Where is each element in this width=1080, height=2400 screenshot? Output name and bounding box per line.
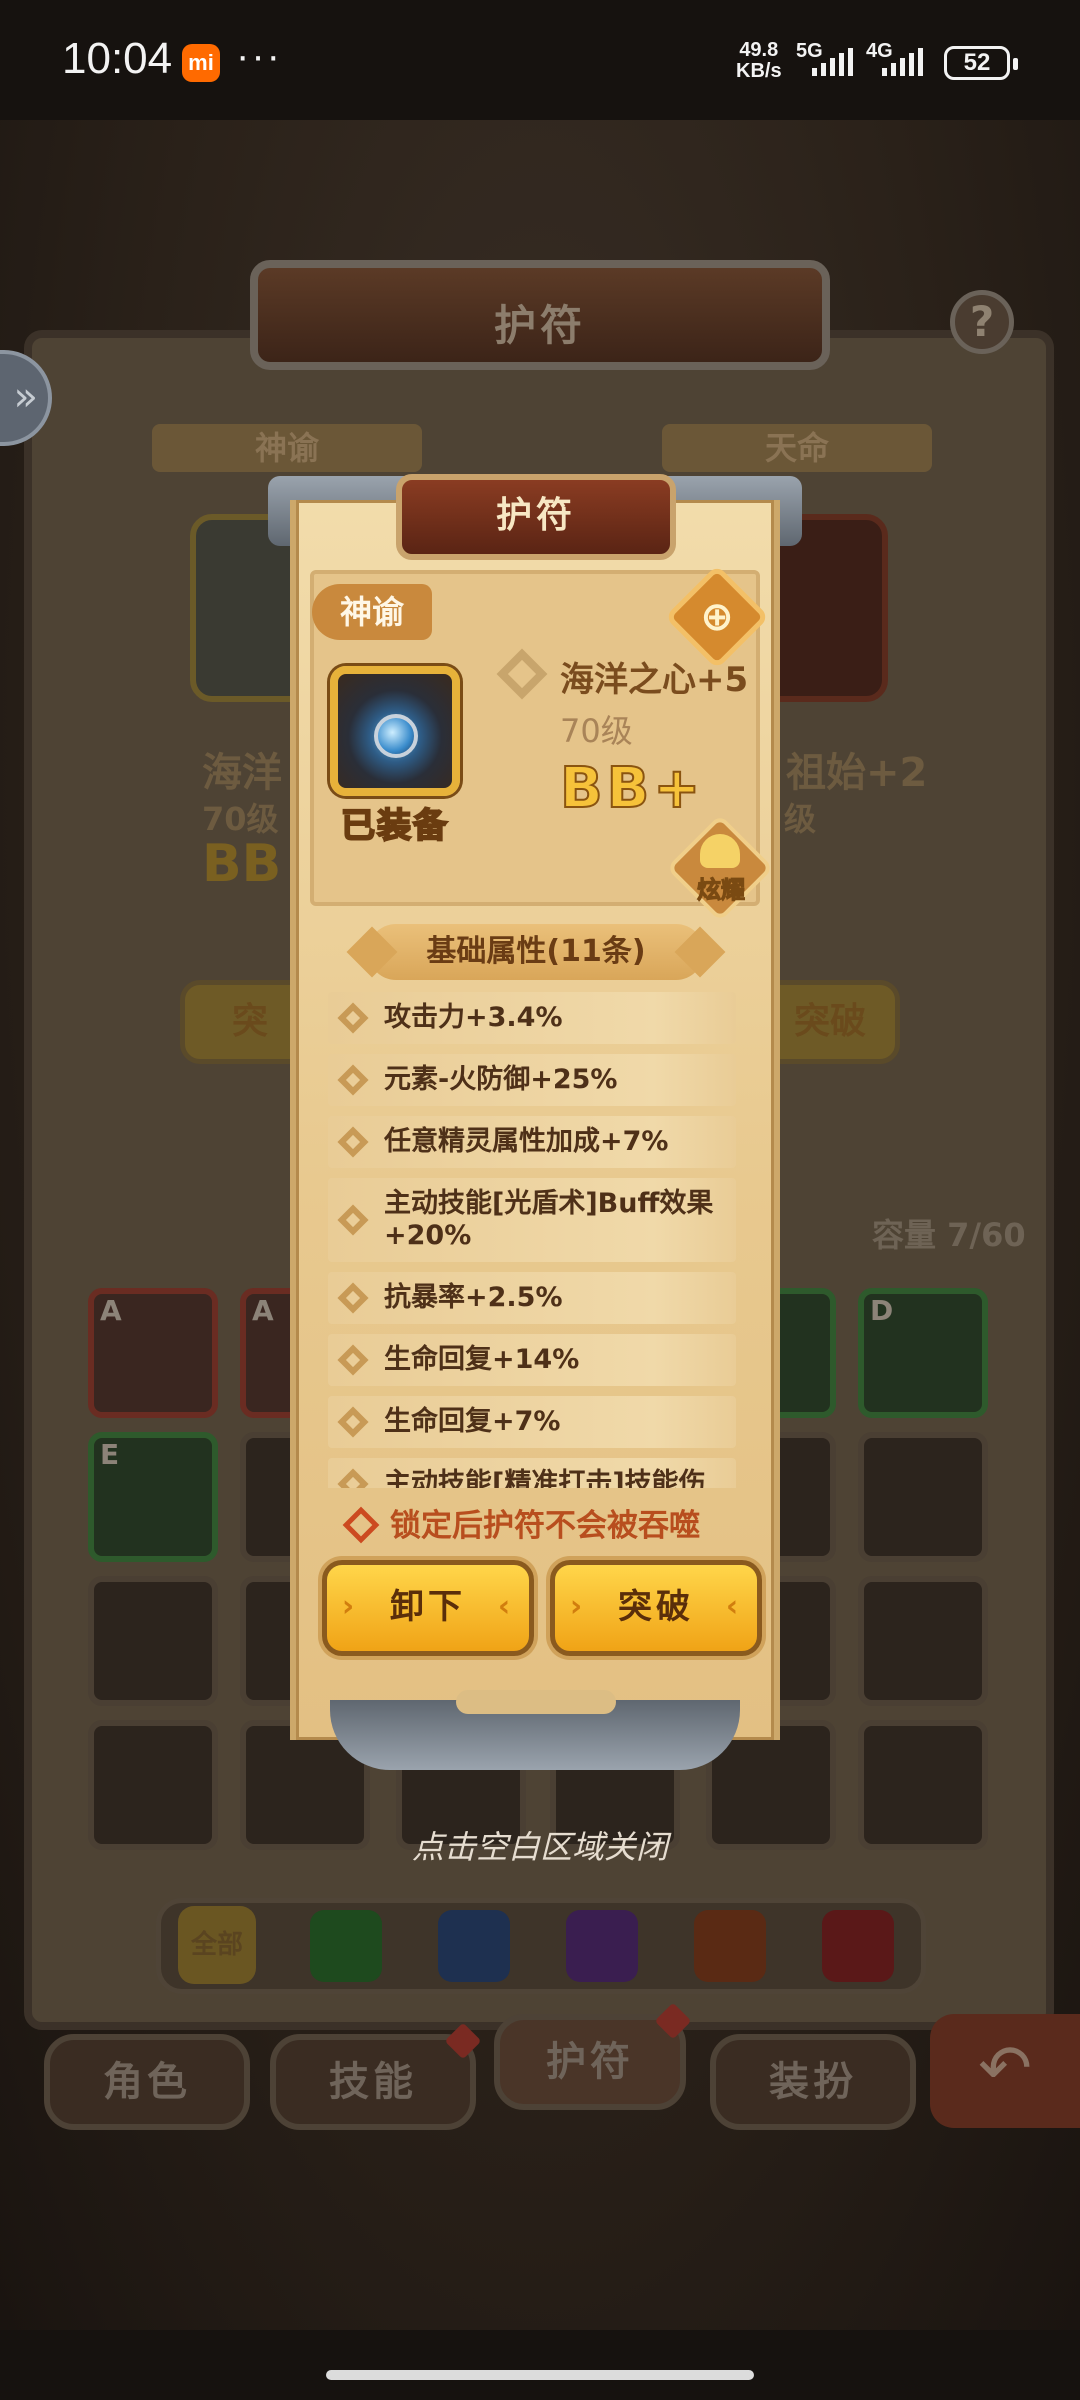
gem-filter-all: 全部: [178, 1906, 256, 1984]
attribute-text: 主动技能[光盾术]Buff效果+20%: [384, 1188, 714, 1251]
nav-tab-amulet: 护符: [494, 2002, 692, 2110]
background-right-name: 祖始+2: [786, 750, 928, 796]
attribute-row: 主动技能[光盾术]Buff效果+20%: [328, 1178, 736, 1262]
lock-hint-text: 锁定后护符不会被吞噬: [390, 1508, 700, 1544]
signal-5g-icon: [812, 48, 853, 76]
inventory-slot: D: [858, 1288, 988, 1418]
attribute-text: 任意精灵属性加成+7%: [384, 1126, 669, 1157]
amulet-name: 海洋之心+5: [560, 660, 749, 700]
modal-title: 护符: [396, 474, 676, 560]
attribute-text: 生命回复+7%: [384, 1406, 561, 1437]
slot-letter: E: [100, 1438, 120, 1471]
attribute-diamond-icon: [337, 1204, 369, 1236]
battery-icon: 52: [944, 46, 1018, 80]
capacity-label: 容量 7/60: [872, 1216, 1026, 1254]
help-icon[interactable]: ?: [950, 290, 1014, 354]
home-indicator[interactable]: [326, 2370, 754, 2380]
chevron-right-icon: ›: [569, 1589, 587, 1624]
amulet-gem-icon: [374, 714, 418, 758]
gem-filter-bar: [156, 1898, 926, 1994]
lock-icon: ⊕: [700, 594, 734, 640]
attribute-diamond-icon: [337, 1282, 369, 1314]
slot-letter: D: [870, 1294, 894, 1327]
chevron-left-icon: ‹: [725, 1589, 743, 1624]
background-ribbon-tianming: 天命: [662, 424, 932, 472]
inventory-slot: [858, 1432, 988, 1562]
gem-filter-blue: [438, 1910, 510, 1982]
equipped-label: 已装备: [340, 805, 449, 847]
gem-filter-purple: [566, 1910, 638, 1982]
inventory-slot: [88, 1576, 218, 1706]
inventory-slot: [858, 1576, 988, 1706]
gem-filter-green: [310, 1910, 382, 1982]
attribute-text: 攻击力+3.4%: [384, 1002, 563, 1033]
attribute-row: 元素-火防御+25%: [328, 1054, 736, 1106]
speed-unit: KB/s: [736, 60, 782, 82]
background-left-name: 海洋: [202, 750, 282, 796]
attribute-diamond-icon: [337, 1002, 369, 1034]
nav-tab-skills: 技能: [270, 2022, 482, 2130]
background-right-level: 级: [784, 800, 817, 838]
background-right-breakthrough-button: 突破: [760, 980, 900, 1064]
nav-tab-skills-label: 技能: [329, 2059, 417, 2105]
slot-letter: A: [252, 1294, 274, 1327]
inventory-slot: A: [88, 1288, 218, 1418]
amulet-grade: BB+: [559, 755, 705, 822]
attribute-row: 任意精灵属性加成+7%: [328, 1116, 736, 1168]
network-speed: 49.8 KB/s: [736, 40, 782, 82]
gem-filter-orange: [694, 1910, 766, 1982]
more-notifications-icon: ···: [236, 34, 282, 78]
background-title: 护符: [493, 301, 586, 350]
slot-letter: A: [100, 1294, 122, 1327]
attribute-diamond-icon: [337, 1126, 369, 1158]
attribute-row: 生命回复+14%: [328, 1334, 736, 1386]
back-icon: ↶: [930, 2014, 1080, 2128]
unequip-button[interactable]: › 卸下 ‹: [322, 1560, 534, 1656]
attribute-row: 攻击力+3.4%: [328, 992, 736, 1044]
attribute-text: 元素-火防御+25%: [384, 1064, 618, 1095]
attribute-list[interactable]: 攻击力+3.4% 元素-火防御+25% 任意精灵属性加成+7% 主动技能[光盾术…: [328, 992, 736, 1488]
status-bar: 10:04 mi ··· 49.8 KB/s 5G 4G 52: [0, 0, 1080, 120]
helmet-icon: [700, 834, 740, 868]
modal-bottom-ornament: [456, 1690, 616, 1714]
nav-tab-character: 角色: [44, 2034, 250, 2130]
amulet-level: 70级: [560, 712, 633, 750]
gem-filter-red: [822, 1910, 894, 1982]
chevron-right-icon: ›: [341, 1589, 359, 1624]
lock-hint: 锁定后护符不会被吞噬: [342, 1500, 768, 1545]
attribute-text: 生命回复+14%: [384, 1344, 580, 1375]
speed-value: 49.8: [739, 39, 779, 61]
attribute-row: 主动技能[精准打击]技能伤: [328, 1458, 736, 1488]
flair-label[interactable]: 炫耀: [686, 870, 756, 905]
attribute-text: 主动技能[精准打击]技能伤: [384, 1468, 706, 1488]
basic-attributes-header: 基础属性(11条): [368, 924, 704, 980]
amulet-icon: [330, 666, 460, 796]
breakthrough-button[interactable]: › 突破 ‹: [550, 1560, 762, 1656]
nav-tab-outfit: 装扮: [710, 2034, 916, 2130]
attribute-diamond-icon: [337, 1064, 369, 1096]
breakthrough-button-label: 突破: [618, 1587, 694, 1627]
attribute-diamond-icon: [337, 1468, 369, 1488]
background-header: 护符: [250, 260, 830, 370]
inventory-slot: E: [88, 1432, 218, 1562]
attribute-text: 抗暴率+2.5%: [384, 1282, 563, 1313]
slot-type-tag: 神谕: [312, 584, 432, 640]
attribute-row: 抗暴率+2.5%: [328, 1272, 736, 1324]
close-hint: 点击空白区域关闭: [411, 1828, 668, 1866]
chevron-left-icon: ‹: [497, 1589, 515, 1624]
background-left-grade: BB: [202, 834, 282, 894]
nav-tab-amulet-label: 护符: [546, 2039, 634, 2085]
clock: 10:04: [62, 34, 173, 83]
background-ribbon-shenyu: 神谕: [152, 424, 422, 472]
attribute-diamond-icon: [337, 1344, 369, 1376]
signal-4g-icon: [882, 48, 923, 76]
attribute-diamond-icon: [337, 1406, 369, 1438]
unequip-button-label: 卸下: [390, 1587, 466, 1627]
hint-diamond-icon: [342, 1506, 380, 1544]
attribute-row: 生命回复+7%: [328, 1396, 736, 1448]
mi-app-icon: mi: [182, 44, 220, 82]
